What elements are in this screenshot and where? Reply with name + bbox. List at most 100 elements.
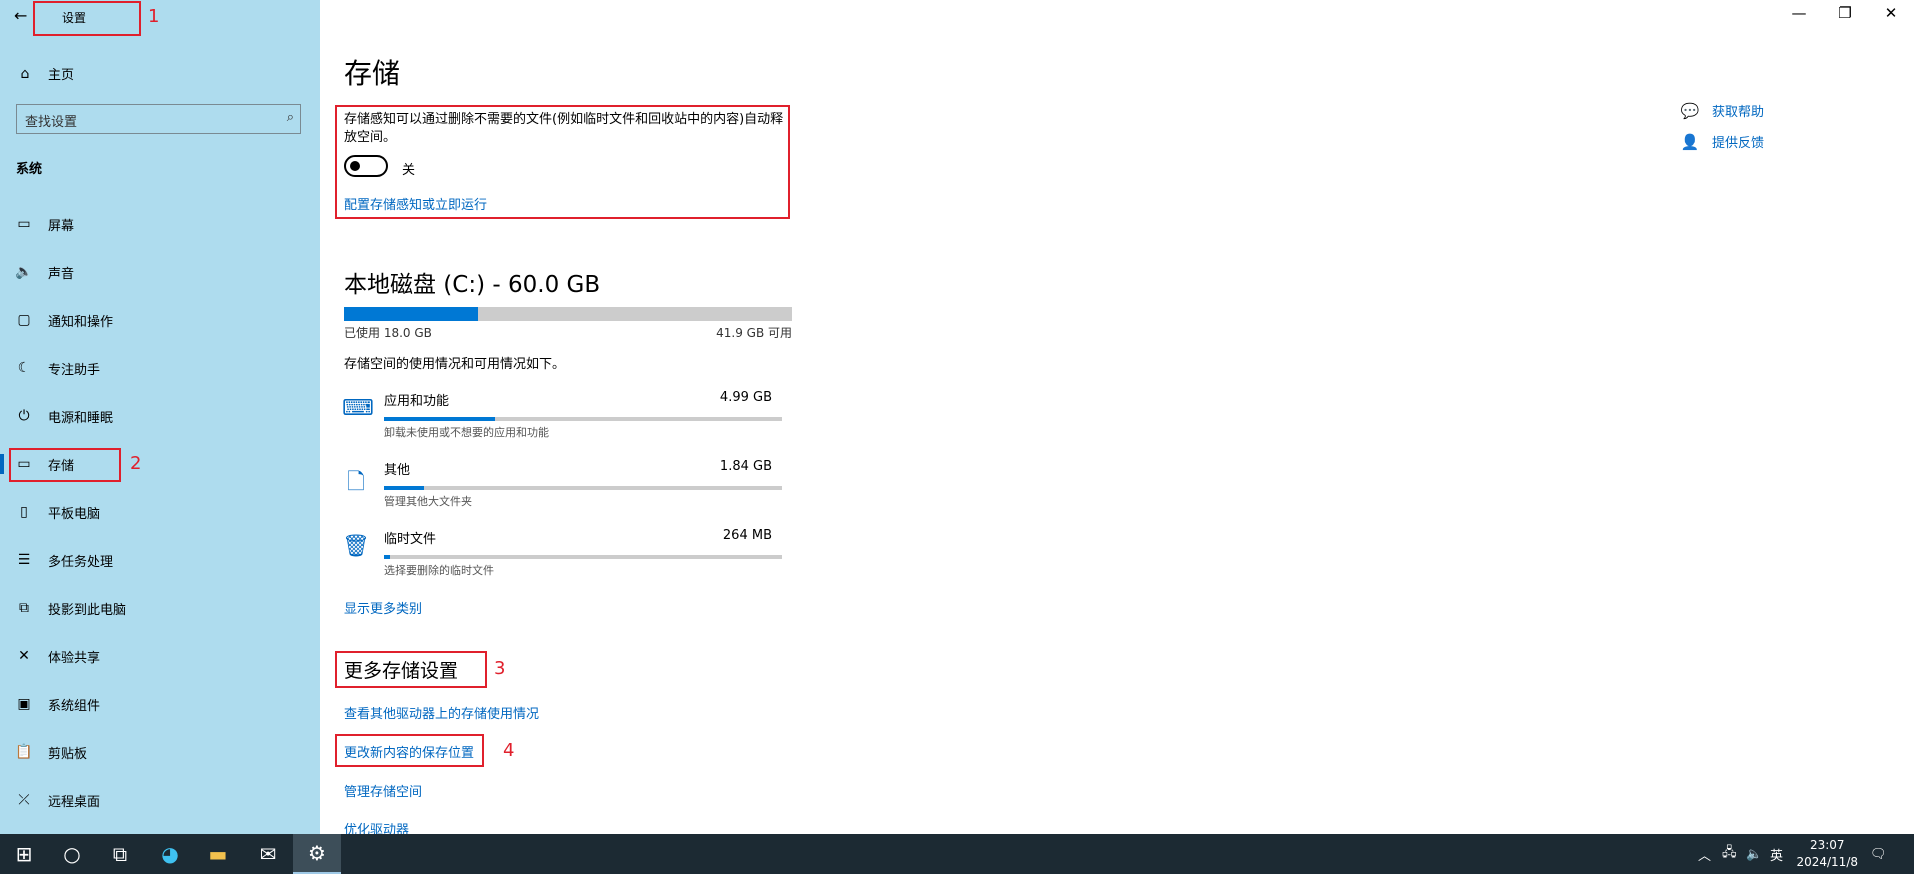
settings-window: ← 设置 1 ⌂ 主页 查找设置 ⌕ 系统 ▭ 屏幕 🔈 声音 ▢ 通知和操作 ☾ 专注助手 ⏻… — [0, 0, 1914, 838]
show-more-categories-link[interactable]: 显示更多类别 — [344, 598, 422, 617]
remote-icon: ⤫ — [18, 792, 30, 808]
mail-icon[interactable]: ✉ — [244, 834, 292, 874]
sidebar-item-11[interactable]: 📋 剪贴板 — [0, 732, 320, 772]
annotation-number-3: 3 — [494, 658, 506, 679]
clock-date: 2024/11/8 — [1796, 855, 1858, 869]
category-size: 264 MB — [722, 528, 772, 543]
sidebar-item-label: 剪贴板 — [48, 746, 88, 762]
restore-button[interactable]: ❐ — [1822, 4, 1868, 22]
keyboard-icon: ⌨ — [342, 396, 374, 421]
change-save-location-link[interactable]: 更改新内容的保存位置 — [344, 742, 474, 761]
monitor-icon: ▭ — [17, 216, 31, 232]
sidebar-item-label: 屏幕 — [48, 218, 75, 234]
storage-sense-toggle[interactable] — [344, 155, 388, 177]
disk-title: 本地磁盘 (C:) - 60.0 GB — [344, 272, 601, 298]
category-name[interactable]: 其他 — [384, 459, 410, 478]
file-icon: 🗋 — [347, 470, 365, 495]
sidebar-item-label: 平板电脑 — [48, 506, 101, 522]
feedback-icon: 👤 — [1680, 132, 1700, 151]
sidebar-item-10[interactable]: ▣ 系统组件 — [0, 684, 320, 724]
power-icon: ⏻ — [18, 408, 30, 424]
speaker-icon: 🔈 — [15, 264, 33, 280]
category-usage-bar — [384, 555, 782, 559]
category-usage-bar — [384, 486, 782, 490]
moon-icon: ☾ — [17, 360, 31, 376]
disk-usage-fill — [344, 307, 479, 321]
clock[interactable]: 23:07 2024/11/8 — [1796, 837, 1858, 871]
sidebar-item-label: 系统组件 — [48, 698, 101, 714]
sidebar-item-9[interactable]: ✕ 体验共享 — [0, 636, 320, 676]
trash-icon: 🗑 — [342, 534, 370, 559]
storage-sense-description: 存储感知可以通过删除不需要的文件(例如临时文件和回收站中的内容)自动释放空间。 — [344, 112, 784, 145]
notification-icon: ▢ — [17, 312, 31, 328]
feedback-label: 提供反馈 — [1712, 136, 1765, 151]
sidebar-item-12[interactable]: ⤫ 远程桌面 — [0, 780, 320, 820]
sidebar-item-6[interactable]: ▯ 平板电脑 — [0, 492, 320, 532]
explorer-icon[interactable]: ▬ — [194, 834, 242, 874]
category-name[interactable]: 应用和功能 — [384, 390, 449, 409]
project-icon: ⧉ — [19, 600, 29, 616]
category-subtitle: 卸载未使用或不想要的应用和功能 — [384, 426, 549, 439]
sidebar-item-4[interactable]: ⏻ 电源和睡眠 — [0, 396, 320, 436]
chat-help-icon: 💬 — [1680, 101, 1700, 120]
sidebar: ← 设置 1 ⌂ 主页 查找设置 ⌕ 系统 ▭ 屏幕 🔈 声音 ▢ 通知和操作 ☾ 专注助手 ⏻… — [0, 0, 320, 834]
usage-description: 存储空间的使用情况和可用情况如下。 — [344, 357, 566, 372]
home-icon: ⌂ — [20, 65, 30, 82]
disk-usage-bar — [344, 307, 792, 321]
sidebar-item-label: 专注助手 — [48, 362, 101, 378]
disk-used-label: 已使用 18.0 GB — [344, 326, 432, 340]
sidebar-item-label: 投影到此电脑 — [48, 602, 127, 618]
category-usage-fill — [384, 417, 496, 421]
feedback-link[interactable]: 👤 提供反馈 — [1680, 132, 1765, 152]
category-size: 1.84 GB — [719, 459, 772, 474]
edge-icon[interactable]: ◕ — [146, 834, 194, 874]
main-content: 存储 存储感知可以通过删除不需要的文件(例如临时文件和回收站中的内容)自动释放空… — [320, 0, 1914, 838]
task-view-icon[interactable]: ⧉ — [96, 834, 144, 874]
category-name[interactable]: 临时文件 — [384, 528, 436, 547]
volume-icon[interactable]: 🔈 — [1746, 834, 1762, 874]
clock-time: 23:07 — [1809, 838, 1845, 852]
ime-indicator[interactable]: 英 — [1770, 834, 1783, 874]
annotation-number-2: 2 — [130, 453, 142, 474]
category-usage-bar — [384, 417, 782, 421]
annotation-number-4: 4 — [503, 740, 515, 761]
annotation-box-1 — [33, 1, 141, 36]
home-label: 主页 — [48, 68, 75, 83]
search-placeholder: 查找设置 — [25, 115, 78, 130]
sidebar-item-label: 通知和操作 — [48, 314, 114, 330]
category-usage-fill — [384, 555, 390, 559]
category-usage-fill — [384, 486, 424, 490]
sidebar-item-0[interactable]: ▭ 屏幕 — [0, 204, 320, 244]
minimize-button[interactable]: — — [1776, 4, 1822, 22]
search-input[interactable]: 查找设置 ⌕ — [16, 104, 301, 134]
toggle-state-label: 关 — [402, 163, 416, 178]
sidebar-home[interactable]: ⌂ 主页 — [16, 64, 75, 84]
sidebar-item-2[interactable]: ▢ 通知和操作 — [0, 300, 320, 340]
search-icon[interactable]: ○ — [48, 834, 96, 874]
annotation-number-1: 1 — [148, 6, 160, 27]
get-help-link[interactable]: 💬 获取帮助 — [1680, 101, 1764, 121]
network-icon[interactable]: 🖧 — [1722, 834, 1737, 874]
view-other-drives-link[interactable]: 查看其他驱动器上的存储使用情况 — [344, 703, 539, 722]
sidebar-item-7[interactable]: ☰ 多任务处理 — [0, 540, 320, 580]
components-icon: ▣ — [17, 696, 31, 712]
notification-center-icon[interactable]: 🗨 — [1870, 834, 1887, 874]
sidebar-item-label: 声音 — [48, 266, 75, 282]
sidebar-item-3[interactable]: ☾ 专注助手 — [0, 348, 320, 388]
start-icon[interactable]: ⊞ — [0, 834, 48, 874]
clipboard-icon: 📋 — [15, 744, 33, 760]
close-button[interactable]: ✕ — [1868, 4, 1914, 22]
configure-storage-sense-link[interactable]: 配置存储感知或立即运行 — [344, 194, 487, 213]
toggle-knob — [350, 161, 360, 171]
sidebar-item-label: 多任务处理 — [48, 554, 114, 570]
sidebar-item-label: 体验共享 — [48, 650, 101, 666]
settings-icon[interactable]: ⚙ — [293, 834, 341, 874]
manage-storage-spaces-link[interactable]: 管理存储空间 — [344, 781, 422, 800]
sidebar-group-label: 系统 — [16, 162, 43, 177]
category-size: 4.99 GB — [719, 390, 772, 405]
category-subtitle: 管理其他大文件夹 — [384, 495, 472, 508]
sidebar-item-8[interactable]: ⧉ 投影到此电脑 — [0, 588, 320, 628]
annotation-box-2 — [9, 448, 121, 482]
sidebar-item-1[interactable]: 🔈 声音 — [0, 252, 320, 292]
tray-chevron-icon[interactable]: ︿ — [1698, 834, 1711, 874]
